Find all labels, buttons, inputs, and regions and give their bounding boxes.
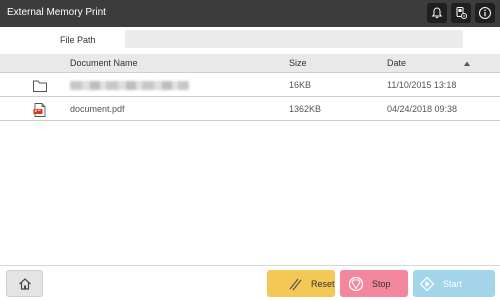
pdf-file-icon — [33, 103, 46, 117]
column-header-document-name[interactable]: Document Name — [70, 58, 138, 68]
stop-icon — [348, 276, 364, 291]
notification-button[interactable] — [427, 3, 447, 23]
folder-icon — [33, 80, 47, 92]
document-name-blurred — [70, 81, 189, 90]
device-status-icon — [456, 7, 468, 20]
file-path-row: File Path — [0, 27, 500, 52]
document-name: document.pdf — [70, 104, 125, 114]
info-button[interactable] — [475, 3, 495, 23]
file-size: 16KB — [289, 80, 312, 90]
reset-label: Reset — [311, 278, 335, 289]
info-icon — [479, 7, 491, 19]
home-icon — [18, 277, 31, 290]
table-header: Document Name Size Date — [0, 54, 500, 73]
title-bar: External Memory Print — [0, 0, 500, 27]
file-date: 11/10/2015 13:18 — [387, 80, 457, 90]
reset-icon — [289, 278, 302, 290]
start-icon — [419, 276, 435, 291]
footer-bar: Reset Stop Start — [0, 265, 500, 300]
table-row[interactable]: 16KB 11/10/2015 13:18 — [0, 74, 500, 97]
file-path-label: File Path — [60, 35, 96, 45]
stop-label: Stop — [372, 278, 391, 289]
start-button[interactable]: Start — [413, 270, 495, 297]
stop-button[interactable]: Stop — [340, 270, 408, 297]
sort-ascending-icon — [464, 61, 470, 66]
home-button[interactable] — [6, 270, 43, 297]
start-label: Start — [443, 278, 463, 289]
file-path-field[interactable] — [125, 30, 463, 48]
file-date: 04/24/2018 09:38 — [387, 104, 458, 114]
column-header-size[interactable]: Size — [289, 58, 307, 68]
column-header-date[interactable]: Date — [387, 58, 406, 68]
bell-icon — [431, 7, 443, 19]
window-title: External Memory Print — [7, 7, 106, 18]
device-status-button[interactable] — [451, 3, 471, 23]
file-size: 1362KB — [289, 104, 322, 114]
table-row[interactable]: document.pdf 1362KB 04/24/2018 09:38 — [0, 98, 500, 121]
reset-button[interactable]: Reset — [267, 270, 335, 297]
